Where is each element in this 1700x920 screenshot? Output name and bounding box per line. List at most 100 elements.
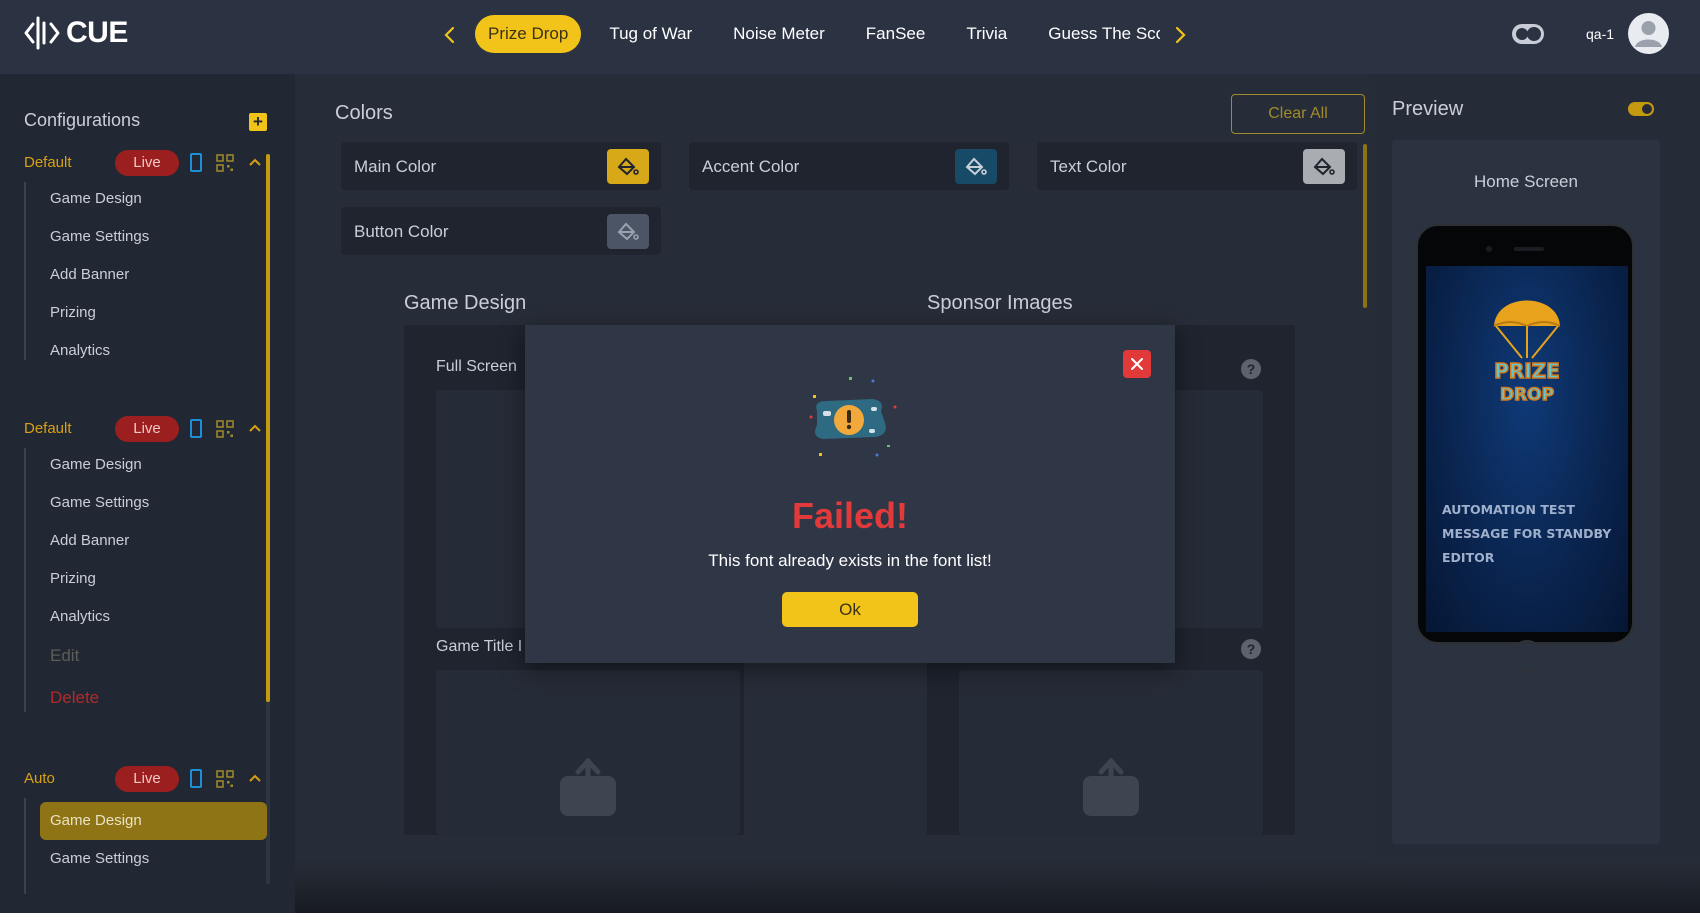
toggle-knob bbox=[1642, 104, 1652, 114]
bottom-fade bbox=[295, 860, 1700, 920]
error-modal: Failed! This font already exists in the … bbox=[525, 325, 1175, 663]
logo-text: CUE bbox=[66, 16, 128, 49]
upload-icon[interactable] bbox=[1083, 758, 1139, 816]
phone-camera bbox=[1486, 246, 1492, 252]
qr-code-icon[interactable] bbox=[216, 420, 234, 438]
text-color-label: Text Color bbox=[1050, 157, 1127, 176]
live-badge[interactable]: Live bbox=[115, 766, 179, 792]
paint-bucket-icon[interactable] bbox=[955, 149, 997, 184]
paint-bucket-icon[interactable] bbox=[607, 214, 649, 249]
avatar[interactable] bbox=[1628, 13, 1669, 54]
chevron-left-icon bbox=[444, 26, 455, 44]
cue-logo[interactable]: CUE bbox=[24, 14, 128, 52]
menu-prizing[interactable]: Prizing bbox=[50, 570, 96, 587]
tree-line bbox=[24, 798, 26, 894]
live-badge[interactable]: Live bbox=[115, 150, 179, 176]
game-tabs: Prize Drop Tug of War Noise Meter FanSee Tri… bbox=[475, 15, 1160, 53]
phone-screen: PRIZE DROP AUTOMATION TEST MESSAGE FOR S… bbox=[1426, 266, 1628, 632]
menu-add-banner[interactable]: Add Banner bbox=[50, 266, 129, 283]
config-header[interactable]: Auto Live bbox=[0, 764, 295, 794]
preview-card: Home Screen PRIZE DROP AUTOMATION TEST M… bbox=[1392, 140, 1660, 844]
phone-speaker bbox=[1514, 247, 1544, 251]
help-icon[interactable]: ? bbox=[1241, 639, 1261, 659]
phone-message: AUTOMATION TEST MESSAGE FOR STANDBY EDIT… bbox=[1442, 502, 1612, 565]
qr-code-icon[interactable] bbox=[216, 154, 234, 172]
main-color-label: Main Color bbox=[354, 157, 437, 176]
config-name: Default bbox=[24, 154, 72, 171]
menu-analytics[interactable]: Analytics bbox=[50, 608, 110, 625]
menu-game-settings[interactable]: Game Settings bbox=[50, 850, 149, 867]
chevron-up-icon[interactable] bbox=[247, 420, 263, 436]
svg-text:DROP: DROP bbox=[1500, 385, 1554, 405]
config-default-2: Default Live Game Design Game Settings A… bbox=[0, 414, 295, 712]
tabs-prev-button[interactable] bbox=[436, 20, 464, 50]
menu-game-settings[interactable]: Game Settings bbox=[50, 494, 149, 511]
preview-panel: Preview Home Screen PRIZE DROP AUTOMATIO… bbox=[1370, 74, 1700, 920]
menu-game-settings[interactable]: Game Settings bbox=[50, 228, 149, 245]
paint-bucket-icon[interactable] bbox=[607, 149, 649, 184]
modal-close-button[interactable] bbox=[1123, 350, 1151, 378]
menu-delete[interactable]: Delete bbox=[50, 688, 99, 708]
svg-text:PRIZE: PRIZE bbox=[1494, 359, 1560, 383]
cue-logo-icon bbox=[24, 16, 60, 50]
tree-line bbox=[24, 448, 26, 712]
tab-fansee[interactable]: FanSee bbox=[853, 15, 939, 53]
add-configuration-button[interactable]: + bbox=[249, 113, 267, 131]
username[interactable]: qa-1 bbox=[1586, 26, 1614, 42]
button-color-card[interactable]: Button Color bbox=[341, 207, 661, 255]
paint-bucket-icon[interactable] bbox=[1303, 149, 1345, 184]
menu-prizing[interactable]: Prizing bbox=[50, 304, 96, 321]
config-header[interactable]: Default Live bbox=[0, 414, 295, 444]
preview-toggle[interactable] bbox=[1628, 102, 1654, 116]
upload-icon[interactable] bbox=[560, 758, 616, 816]
phone-preview-icon[interactable] bbox=[190, 769, 202, 788]
colors-title: Colors bbox=[335, 102, 393, 124]
menu-analytics[interactable]: Analytics bbox=[50, 342, 110, 359]
ok-button[interactable]: Ok bbox=[782, 592, 918, 627]
preview-screen-label: Home Screen bbox=[1474, 172, 1578, 191]
modal-title: Failed! bbox=[791, 495, 908, 536]
tab-guess-the-score[interactable]: Guess The Sco bbox=[1035, 15, 1160, 53]
config-header[interactable]: Default Live bbox=[0, 148, 295, 178]
qr-code-icon[interactable] bbox=[216, 770, 234, 788]
warning-illustration-icon bbox=[809, 377, 897, 457]
tabs-next-button[interactable] bbox=[1166, 20, 1194, 50]
modal-message: This font already exists in the font lis… bbox=[708, 551, 992, 570]
clear-all-button[interactable]: Clear All bbox=[1231, 94, 1365, 134]
tab-tug-of-war[interactable]: Tug of War bbox=[596, 15, 705, 53]
main-color-card[interactable]: Main Color bbox=[341, 142, 661, 190]
sidebar-title: Configurations bbox=[24, 110, 141, 130]
live-badge[interactable]: Live bbox=[115, 416, 179, 442]
menu-game-design[interactable]: Game Design bbox=[50, 190, 142, 207]
menu-game-design[interactable]: Game Design bbox=[50, 812, 142, 829]
text-color-card[interactable]: Text Color bbox=[1037, 142, 1357, 190]
config-name: Auto bbox=[24, 770, 55, 787]
accent-color-card[interactable]: Accent Color bbox=[689, 142, 1009, 190]
chevron-up-icon[interactable] bbox=[247, 154, 263, 170]
sponsor-images-title: Sponsor Images bbox=[927, 292, 1073, 314]
close-icon bbox=[1131, 358, 1143, 370]
game-design-title: Game Design bbox=[404, 292, 527, 314]
game-title-label: Game Title I bbox=[436, 638, 523, 655]
help-icon[interactable]: ? bbox=[1241, 359, 1261, 379]
full-screen-label: Full Screen bbox=[436, 358, 517, 375]
theme-toggle[interactable] bbox=[1512, 24, 1544, 44]
config-auto: Auto Live Game Design Game Settings bbox=[0, 764, 295, 894]
menu-game-design[interactable]: Game Design bbox=[50, 456, 142, 473]
menu-edit[interactable]: Edit bbox=[50, 646, 79, 666]
phone-preview-icon[interactable] bbox=[190, 419, 202, 438]
tab-trivia[interactable]: Trivia bbox=[953, 15, 1020, 53]
tab-noise-meter[interactable]: Noise Meter bbox=[720, 15, 838, 53]
preview-title: Preview bbox=[1392, 98, 1464, 120]
menu-add-banner[interactable]: Add Banner bbox=[50, 532, 129, 549]
chevron-right-icon bbox=[1175, 26, 1186, 44]
sidebar: Configurations + Default Live Game Desig… bbox=[0, 74, 295, 920]
config-default-1: Default Live Game Design Game Settings A… bbox=[0, 148, 295, 360]
tab-prize-drop[interactable]: Prize Drop bbox=[475, 15, 582, 53]
phone-preview-icon[interactable] bbox=[190, 153, 202, 172]
chevron-up-icon[interactable] bbox=[247, 770, 263, 786]
main-scrollbar[interactable] bbox=[1363, 144, 1367, 308]
bottom-edge bbox=[0, 913, 1700, 920]
prize-drop-logo: PRIZE DROP bbox=[1493, 300, 1561, 406]
top-bar: CUE Prize Drop Tug of War Noise Meter FanSe… bbox=[0, 0, 1700, 74]
